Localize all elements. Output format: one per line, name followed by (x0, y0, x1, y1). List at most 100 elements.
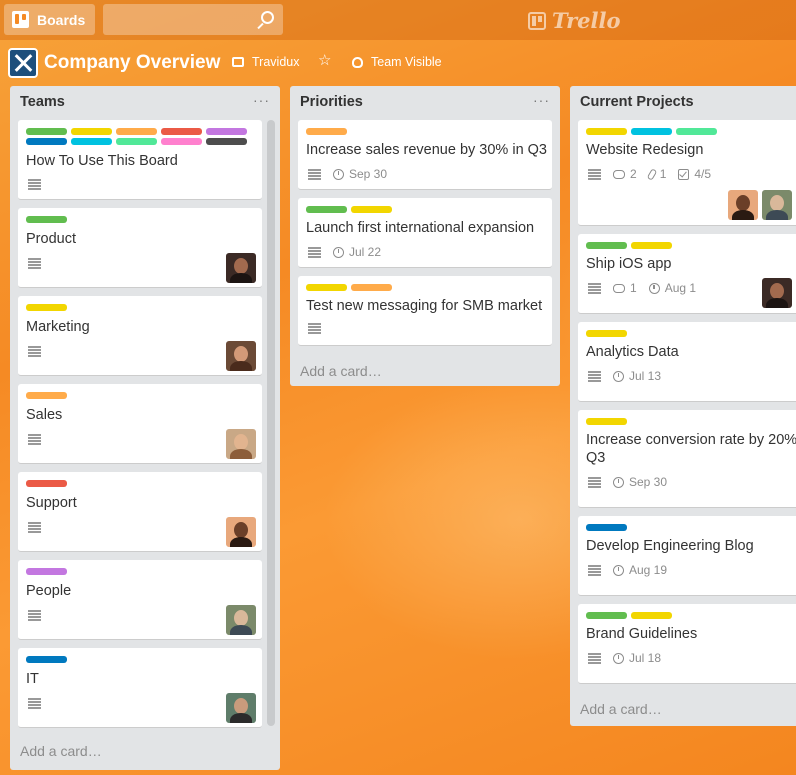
member-avatar[interactable] (226, 253, 256, 283)
card-title: IT (26, 671, 39, 687)
board-title[interactable]: Company Overview (44, 52, 220, 74)
label-yellow (26, 304, 67, 311)
card[interactable]: Launch first international expansion Jul… (298, 198, 552, 268)
add-card-button[interactable]: Add a card… (580, 701, 662, 717)
list-menu-icon[interactable]: ··· (533, 92, 550, 108)
card[interactable]: Develop Engineering Blog Aug 19 (578, 516, 796, 596)
due-date-badge: Jul 18 (613, 651, 661, 665)
label-orange (116, 128, 157, 135)
comment-icon (613, 169, 625, 179)
label-orange (351, 284, 392, 291)
label-green (586, 612, 627, 619)
search-input[interactable] (103, 4, 283, 35)
card-title: People (26, 583, 72, 599)
card-title: Brand Guidelines (586, 626, 698, 642)
label-green (26, 216, 67, 223)
card[interactable]: IT (18, 648, 262, 728)
card-title: Marketing (26, 319, 90, 335)
label-yellow (586, 128, 627, 135)
list-teams: Teams ··· How To Use This Board Product (10, 86, 280, 770)
clock-icon (613, 564, 624, 576)
clock-icon (333, 246, 344, 258)
card[interactable]: Support (18, 472, 262, 552)
label-lime (676, 128, 717, 135)
clock-icon (613, 476, 624, 488)
card-title: Develop Engineering Blog (586, 538, 754, 554)
description-icon (308, 323, 321, 333)
description-icon (588, 653, 601, 663)
boards-label: Boards (37, 11, 86, 28)
member-avatar[interactable] (226, 605, 256, 635)
card-title: Launch first international expansion (306, 220, 535, 236)
org-button[interactable]: Travidux (232, 55, 299, 69)
description-icon (588, 565, 601, 575)
card[interactable]: Test new messaging for SMB market (298, 276, 552, 346)
member-avatar[interactable] (226, 693, 256, 723)
star-button[interactable]: ☆ (318, 53, 331, 68)
boards-icon (12, 11, 29, 28)
attachments-badge: 1 (646, 167, 666, 181)
board-avatar-icon[interactable] (8, 48, 38, 78)
member-avatar[interactable] (226, 429, 256, 459)
list-title[interactable]: Current Projects (580, 94, 694, 110)
card[interactable]: Ship iOS app 1 Aug 1 (578, 234, 796, 314)
comments-badge: 1 (613, 281, 637, 295)
clock-icon (613, 652, 624, 664)
member-avatar[interactable] (226, 517, 256, 547)
list-priorities: Priorities ··· Increase sales revenue by… (290, 86, 560, 386)
card-title: Product (26, 231, 76, 247)
description-icon (28, 258, 41, 268)
card-title: Support (26, 495, 77, 511)
visibility-button[interactable]: Team Visible (352, 55, 442, 69)
due-date-badge: Sep 30 (333, 167, 387, 181)
card[interactable]: Product (18, 208, 262, 288)
label-orange (306, 128, 347, 135)
team-icon (352, 56, 363, 68)
description-icon (28, 346, 41, 356)
label-yellow (586, 330, 627, 337)
label-purple (26, 568, 67, 575)
trello-logo[interactable]: Trello (528, 8, 621, 33)
card-title: Analytics Data (586, 344, 679, 360)
description-icon (28, 179, 41, 189)
member-avatar[interactable] (226, 341, 256, 371)
label-sky (71, 138, 112, 145)
boards-button[interactable]: Boards (4, 4, 95, 35)
list-scrollbar[interactable] (267, 120, 275, 726)
card[interactable]: People (18, 560, 262, 640)
add-card-button[interactable]: Add a card… (300, 363, 382, 379)
clock-icon (613, 370, 624, 382)
card[interactable]: Marketing (18, 296, 262, 376)
label-black (206, 138, 247, 145)
description-icon (588, 283, 601, 293)
list-menu-icon[interactable]: ··· (253, 92, 270, 108)
label-yellow (631, 242, 672, 249)
logo-text: Trello (552, 8, 621, 33)
description-icon (28, 434, 41, 444)
member-avatar[interactable] (762, 278, 792, 308)
due-date-badge: Jul 22 (333, 245, 381, 259)
description-icon (588, 371, 601, 381)
comments-badge: 2 (613, 167, 637, 181)
card[interactable]: Website Redesign 2 1 4/5 (578, 120, 796, 226)
card[interactable]: How To Use This Board (18, 120, 262, 200)
due-date-badge: Sep 30 (613, 475, 667, 489)
member-avatar[interactable] (762, 190, 792, 220)
card-title: Sales (26, 407, 63, 423)
search-icon[interactable] (261, 11, 274, 24)
description-icon (308, 247, 321, 257)
card[interactable]: Increase sales revenue by 30% in Q3 Sep … (298, 120, 552, 190)
due-date-badge: Aug 1 (648, 281, 696, 295)
checklist-badge: 4/5 (678, 167, 711, 181)
card[interactable]: Sales (18, 384, 262, 464)
list-title[interactable]: Teams (20, 94, 65, 110)
trello-logo-icon (528, 11, 546, 30)
add-card-button[interactable]: Add a card… (20, 743, 102, 759)
card-title: Website Redesign (586, 142, 704, 158)
label-green (306, 206, 347, 213)
card[interactable]: Brand Guidelines Jul 18 (578, 604, 796, 684)
list-title[interactable]: Priorities (300, 94, 363, 110)
card[interactable]: Analytics Data Jul 13 (578, 322, 796, 402)
member-avatar[interactable] (728, 190, 758, 220)
card[interactable]: Increase conversion rate by 20% Q3 Sep 3… (578, 410, 796, 508)
